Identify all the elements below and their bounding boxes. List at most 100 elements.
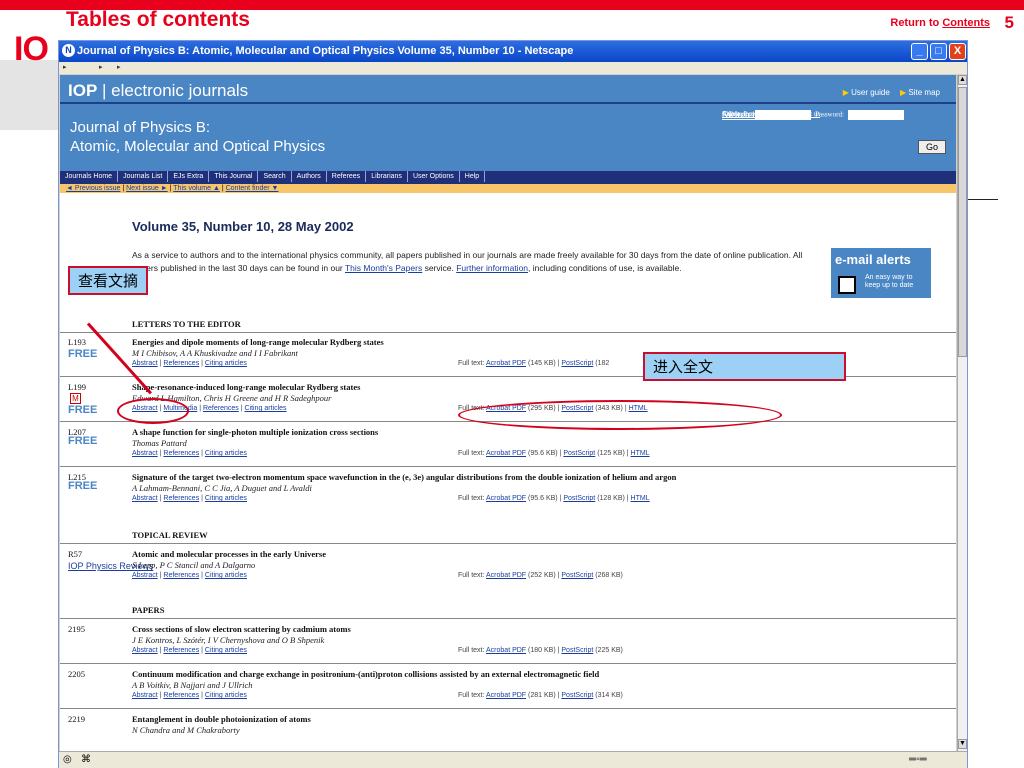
pdf-link[interactable]: Acrobat PDF	[486, 647, 526, 654]
account-links[interactable]: Create account | Alerts | Contact us	[722, 110, 820, 118]
connection-icon[interactable]: ⌘	[81, 754, 91, 765]
tab-help[interactable]: Help	[460, 171, 486, 182]
iop-brand[interactable]: IOP | electronic journals	[68, 81, 248, 101]
article-title: Continuum modification and charge exchan…	[132, 669, 600, 679]
scrollbar-thumb[interactable]	[958, 87, 967, 357]
pdf-link[interactable]: Acrobat PDF	[486, 450, 526, 457]
citing-articles-link[interactable]: Citing articles	[205, 692, 247, 699]
email-alerts-banner[interactable]: e-mail alerts An easy way to keep up to d…	[831, 248, 931, 298]
minimize-button[interactable]: _	[911, 43, 928, 60]
references-link[interactable]: References	[203, 405, 239, 412]
html-link[interactable]: HTML	[631, 495, 650, 502]
envelope-icon	[838, 276, 856, 294]
browser-toolbar-strip: ▸ ▸ ▸	[59, 62, 967, 74]
forward-arrow-icon[interactable]: ▸	[99, 63, 103, 71]
article-title: Cross sections of slow electron scatteri…	[132, 624, 351, 634]
pdf-link[interactable]: Acrobat PDF	[486, 495, 526, 502]
tab-journals-list[interactable]: Journals List	[118, 171, 169, 182]
window-title: Journal of Physics B: Atomic, Molecular …	[77, 45, 574, 57]
security-icon[interactable]: ◎	[63, 754, 72, 765]
references-link[interactable]: References	[163, 495, 199, 502]
multimedia-icon[interactable]: M	[70, 393, 81, 404]
citing-articles-link[interactable]: Citing articles	[205, 450, 247, 457]
user-guide-link[interactable]: User guide	[851, 88, 890, 97]
references-link[interactable]: References	[163, 692, 199, 699]
postscript-link[interactable]: PostScript	[561, 572, 593, 579]
content-finder-link[interactable]: Content finder ▼	[226, 185, 279, 192]
pdf-size: (95.6 KB)	[528, 495, 558, 502]
section-rule	[60, 543, 956, 544]
references-link[interactable]: References	[163, 360, 199, 367]
abstract-link[interactable]: Abstract	[132, 450, 158, 457]
pdf-link[interactable]: Acrobat PDF	[486, 572, 526, 579]
menu-arrow-icon[interactable]: ▸	[117, 63, 121, 71]
back-arrow-icon[interactable]: ▸	[63, 63, 67, 71]
article-title: Energies and dipole moments of long-rang…	[132, 337, 384, 347]
html-link[interactable]: HTML	[631, 450, 650, 457]
full-text-label: Full text:	[458, 572, 485, 579]
header-divider	[60, 102, 956, 104]
maximize-button[interactable]: □	[930, 43, 947, 60]
abstract-link[interactable]: Abstract	[132, 647, 158, 654]
citing-articles-link[interactable]: Citing articles	[205, 647, 247, 654]
tab-ejs-extra[interactable]: EJs Extra	[168, 171, 210, 182]
citing-articles-link[interactable]: Citing articles	[245, 405, 287, 412]
free-badge: FREE	[68, 348, 98, 360]
section-heading-letters: LETTERS TO THE EDITOR	[132, 319, 241, 329]
close-button[interactable]: X	[949, 43, 966, 60]
postscript-link[interactable]: PostScript	[561, 360, 593, 367]
fulltext-links: Full text: Acrobat PDF (145 KB) | PostSc…	[458, 360, 610, 367]
intro-text: As a service to authors and to the inter…	[132, 249, 812, 275]
free-badge: FREE	[68, 480, 98, 492]
tab-search[interactable]: Search	[258, 171, 292, 182]
tab-referees[interactable]: Referees	[327, 171, 367, 182]
return-prefix: Return to	[890, 17, 943, 29]
journal-title: Journal of Physics B: Atomic, Molecular …	[70, 118, 325, 156]
pdf-size: (252 KB)	[528, 572, 556, 579]
scroll-up-icon[interactable]: ▲	[958, 75, 967, 85]
postscript-link[interactable]: PostScript	[561, 692, 593, 699]
browser-status-bar: ◎ ⌘ ═◦═	[59, 751, 967, 768]
return-to-contents[interactable]: Return to Contents	[890, 17, 990, 29]
go-button[interactable]: Go	[918, 140, 946, 154]
previous-issue-link[interactable]: ◄ Previous issue	[66, 185, 120, 192]
tab-this-journal[interactable]: This Journal	[209, 171, 259, 182]
contents-link[interactable]: Contents	[942, 17, 990, 29]
abstract-link[interactable]: Abstract	[132, 495, 158, 502]
citing-articles-link[interactable]: Citing articles	[205, 572, 247, 579]
abstract-link[interactable]: Abstract	[132, 572, 158, 579]
postscript-link[interactable]: PostScript	[563, 495, 595, 502]
tab-authors[interactable]: Authors	[292, 171, 327, 182]
tab-journals-home[interactable]: Journals Home	[60, 171, 119, 182]
abstract-link[interactable]: Abstract	[132, 360, 158, 367]
fulltext-links: Full text: Acrobat PDF (252 KB) | PostSc…	[458, 572, 623, 579]
this-months-papers-link[interactable]: This Month's Papers	[345, 263, 422, 273]
next-issue-link[interactable]: Next issue ►	[126, 185, 168, 192]
section-heading-topical: TOPICAL REVIEW	[132, 530, 208, 540]
site-map-link[interactable]: Site map	[908, 88, 940, 97]
this-volume-link[interactable]: This volume ▲	[173, 185, 220, 192]
scroll-down-icon[interactable]: ▼	[958, 739, 967, 749]
email-sub-line1: An easy way to	[865, 274, 913, 281]
abstract-link[interactable]: Abstract	[132, 692, 158, 699]
postscript-link[interactable]: PostScript	[561, 647, 593, 654]
citing-articles-link[interactable]: Citing articles	[205, 495, 247, 502]
slide-title: Tables of contents	[66, 8, 250, 31]
further-information-link[interactable]: Further information	[456, 263, 528, 273]
tab-user-options[interactable]: User Options	[408, 171, 460, 182]
email-alerts-title: e-mail alerts	[835, 252, 911, 267]
vertical-scrollbar[interactable]: ▲ ▼	[957, 75, 967, 751]
citing-articles-link[interactable]: Citing articles	[205, 360, 247, 367]
tab-librarians[interactable]: Librarians	[366, 171, 408, 182]
callout-enter-fulltext: 进入全文	[643, 352, 846, 381]
pdf-link[interactable]: Acrobat PDF	[486, 692, 526, 699]
references-link[interactable]: References	[163, 572, 199, 579]
abstract-highlight-oval	[117, 398, 189, 424]
postscript-link[interactable]: PostScript	[563, 450, 595, 457]
references-link[interactable]: References	[163, 647, 199, 654]
pdf-link[interactable]: Acrobat PDF	[486, 360, 526, 367]
references-link[interactable]: References	[163, 450, 199, 457]
intro-line1: As a service to authors and to the inter…	[132, 250, 693, 260]
callout-view-abstract: 查看文摘	[68, 266, 149, 295]
journal-title-line1: Journal of Physics B:	[70, 119, 211, 136]
